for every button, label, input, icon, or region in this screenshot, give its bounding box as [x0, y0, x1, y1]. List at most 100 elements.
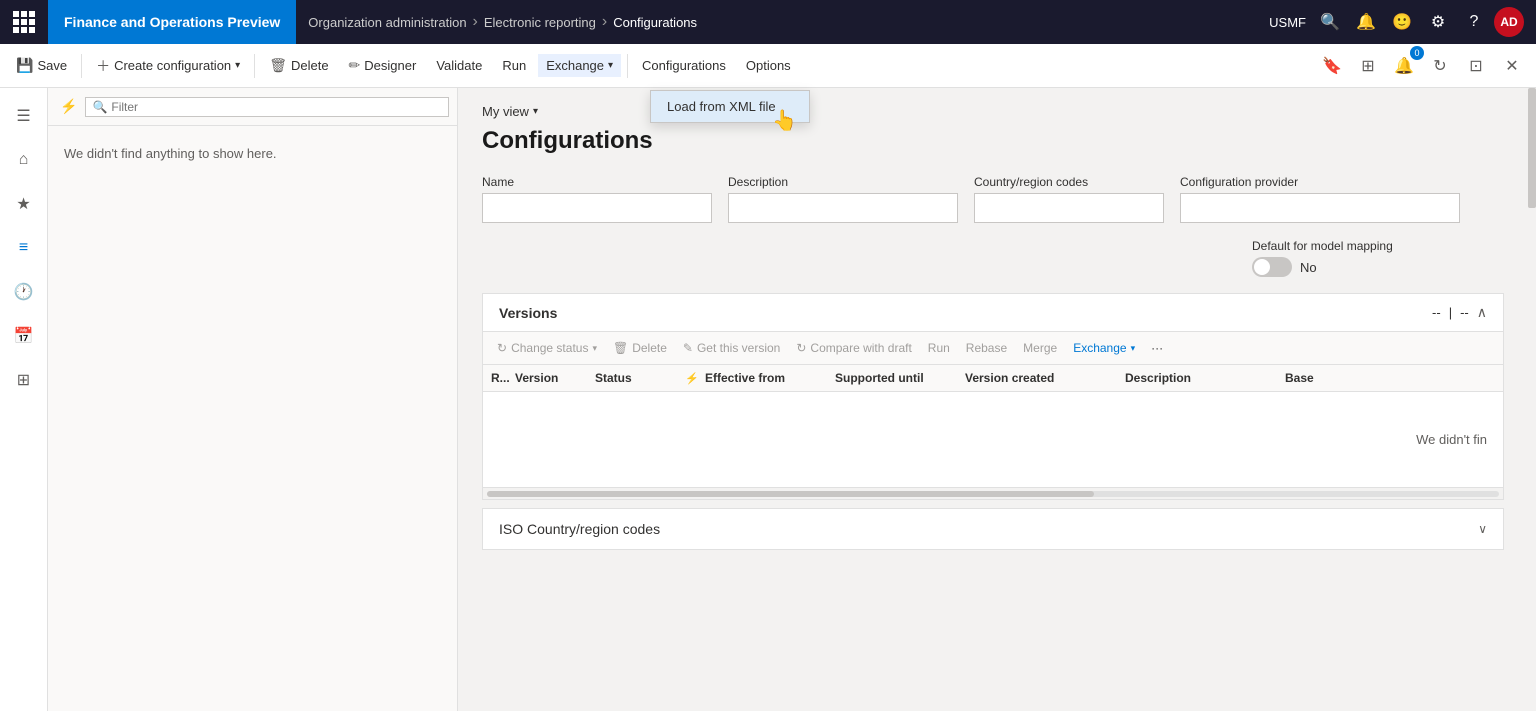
apps-grid-icon — [13, 11, 35, 33]
configurations-button[interactable]: Configurations — [634, 54, 734, 77]
options-button[interactable]: Options — [738, 54, 799, 77]
apps-button[interactable] — [0, 0, 48, 44]
col-description-header: Description — [1125, 371, 1285, 385]
default-mapping-toggle[interactable] — [1252, 257, 1292, 277]
view-selector[interactable]: My view ▾ — [482, 104, 1504, 119]
designer-label: Designer — [364, 58, 416, 73]
designer-button[interactable]: ✏ Designer — [341, 53, 425, 78]
rebase-button[interactable]: Rebase — [960, 338, 1013, 358]
scrollbar-track — [487, 491, 1499, 497]
versions-toolbar: ↻ Change status ▾ 🗑 Delete ✎ Get this ve… — [483, 332, 1503, 365]
versions-exchange-button[interactable]: Exchange ▾ — [1067, 338, 1141, 358]
exchange-button[interactable]: Exchange ▾ — [538, 54, 621, 77]
save-icon: 💾 — [16, 57, 33, 74]
separator-1 — [81, 54, 82, 78]
description-input[interactable] — [728, 193, 958, 223]
default-mapping-value: No — [1300, 260, 1317, 275]
scrollbar-thumb — [487, 491, 1094, 497]
load-from-xml-item[interactable]: Load from XML file — [651, 91, 809, 122]
search-nav-icon[interactable]: 🔍 — [1314, 6, 1346, 38]
versions-delete-button[interactable]: 🗑 Delete — [607, 338, 673, 358]
merge-button[interactable]: Merge — [1017, 338, 1063, 358]
breadcrumb-er[interactable]: Electronic reporting — [484, 15, 596, 30]
versions-more-label: ··· — [1151, 341, 1163, 355]
sidebar-list-icon[interactable]: ≡ — [4, 228, 44, 268]
change-status-button[interactable]: ↻ Change status ▾ — [491, 338, 603, 358]
run-button[interactable]: Run — [494, 54, 534, 77]
search-icon: 🔍 — [92, 100, 107, 114]
sidebar-menu-icon[interactable]: ☰ — [4, 96, 44, 136]
search-input[interactable] — [111, 100, 442, 114]
versions-collapse-icon[interactable]: ∧ — [1477, 304, 1487, 321]
sidebar-workspaces-icon[interactable]: ⊞ — [4, 360, 44, 400]
create-icon: ＋ — [96, 56, 110, 76]
designer-icon: ✏ — [349, 57, 361, 74]
sidebar-recent-icon[interactable]: 🕐 — [4, 272, 44, 312]
name-input[interactable] — [482, 193, 712, 223]
help-icon[interactable]: ? — [1458, 6, 1490, 38]
versions-empty-message: We didn't fin — [483, 392, 1503, 487]
options-label: Options — [746, 58, 791, 73]
exchange-chevron-icon: ▾ — [608, 60, 613, 71]
separator-3 — [627, 54, 628, 78]
view-chevron-icon: ▾ — [533, 106, 538, 117]
create-label: Create configuration — [114, 58, 231, 73]
exchange-dropdown: Load from XML file — [650, 90, 810, 123]
get-version-icon: ✎ — [683, 341, 693, 355]
sidebar-calendar-icon[interactable]: 📅 — [4, 316, 44, 356]
col-supported-header: Supported until — [835, 371, 965, 385]
avatar[interactable]: AD — [1494, 7, 1524, 37]
main-layout: ☰ ⌂ ★ ≡ 🕐 📅 ⊞ ⚡ 🔍 We didn't find anythin… — [0, 88, 1536, 711]
description-field: Description — [728, 175, 958, 223]
description-label: Description — [728, 175, 958, 189]
col-created-header: Version created — [965, 371, 1125, 385]
versions-more-button[interactable]: ··· — [1145, 338, 1169, 358]
versions-scrollbar[interactable] — [483, 487, 1503, 499]
create-configuration-button[interactable]: ＋ Create configuration ▾ — [88, 52, 248, 80]
settings-icon[interactable]: ⚙ — [1422, 6, 1454, 38]
compare-with-draft-button[interactable]: ↻ Compare with draft — [790, 338, 917, 358]
notification-action-icon[interactable]: 🔔 0 — [1388, 50, 1420, 82]
versions-delete-icon: 🗑 — [613, 341, 628, 355]
view-label: My view — [482, 104, 529, 119]
validate-button[interactable]: Validate — [428, 54, 490, 77]
iso-chevron-icon[interactable]: ∨ — [1478, 522, 1487, 536]
smiley-icon[interactable]: 🙂 — [1386, 6, 1418, 38]
iso-header[interactable]: ISO Country/region codes ∨ — [483, 509, 1503, 549]
versions-controls: -- | -- ∧ — [1432, 304, 1487, 321]
versions-run-button[interactable]: Run — [922, 338, 956, 358]
col-base-header: Base — [1285, 371, 1495, 385]
breadcrumb: Organization administration › Electronic… — [296, 13, 1269, 31]
country-input[interactable] — [974, 193, 1164, 223]
bookmark-icon[interactable]: 🔖 — [1316, 50, 1348, 82]
versions-exchange-label: Exchange — [1073, 341, 1126, 355]
sidebar-home-icon[interactable]: ⌂ — [4, 140, 44, 180]
refresh-icon[interactable]: ↻ — [1424, 50, 1456, 82]
panel-icon[interactable]: ⊞ — [1352, 50, 1384, 82]
search-box[interactable]: 🔍 — [85, 97, 449, 117]
run-label: Run — [502, 58, 526, 73]
get-this-version-button[interactable]: ✎ Get this version — [677, 338, 786, 358]
notification-icon[interactable]: 🔔 — [1350, 6, 1382, 38]
col-version-header: Version — [515, 371, 595, 385]
app-title-text: Finance and Operations Preview — [64, 14, 280, 30]
empty-text: We didn't find anything to show here. — [64, 146, 277, 161]
right-scrollbar[interactable] — [1528, 88, 1536, 711]
provider-field: Configuration provider — [1180, 175, 1460, 223]
delete-button[interactable]: 🗑 Delete — [261, 53, 336, 78]
filter-button[interactable]: ⚡ — [56, 94, 81, 119]
left-panel-empty-message: We didn't find anything to show here. — [48, 126, 457, 181]
breadcrumb-org[interactable]: Organization administration — [308, 15, 466, 30]
breadcrumb-sep-1: › — [473, 13, 478, 31]
sidebar-icons: ☰ ⌂ ★ ≡ 🕐 📅 ⊞ — [0, 88, 48, 711]
close-icon[interactable]: ✕ — [1496, 50, 1528, 82]
col-filter-icon[interactable]: ⚡ — [685, 372, 705, 385]
save-button[interactable]: 💾 Save — [8, 53, 75, 78]
versions-table-header: R... Version Status ⚡ Effective from Sup… — [483, 365, 1503, 392]
expand-icon[interactable]: ⊡ — [1460, 50, 1492, 82]
provider-input[interactable] — [1180, 193, 1460, 223]
default-mapping-toggle-row: No — [1252, 257, 1504, 277]
versions-dash2: -- — [1460, 305, 1469, 320]
versions-header: Versions -- | -- ∧ — [483, 294, 1503, 332]
sidebar-favorites-icon[interactable]: ★ — [4, 184, 44, 224]
